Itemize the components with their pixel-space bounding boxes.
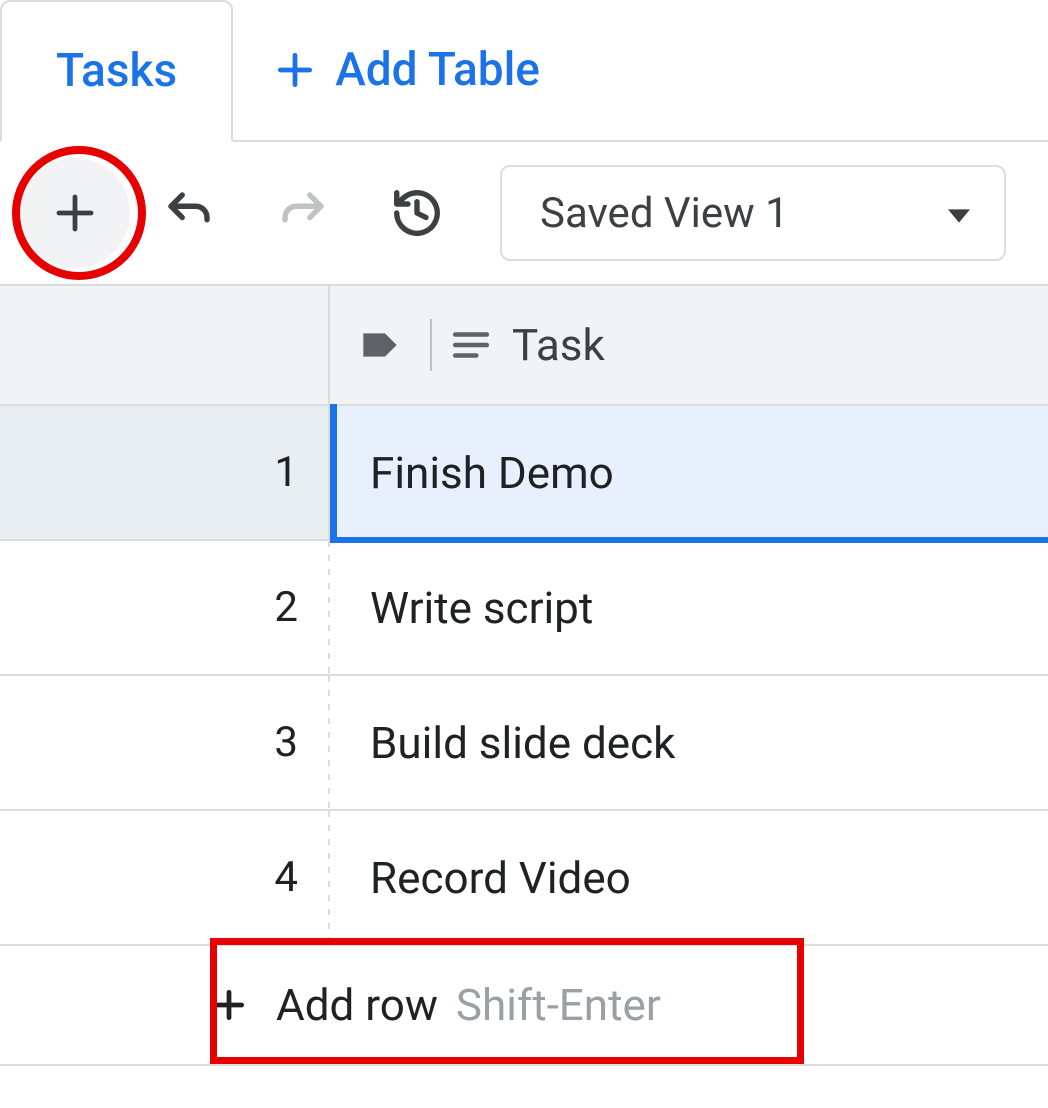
tab-tasks[interactable]: Tasks	[0, 0, 233, 142]
row-number: 3	[0, 676, 328, 809]
table-row[interactable]: 1 Finish Demo	[0, 406, 1048, 541]
text-column-icon	[450, 324, 492, 366]
table-row[interactable]: 3 Build slide deck	[0, 676, 1048, 811]
task-cell[interactable]: Write script	[330, 541, 1048, 674]
saved-view-select[interactable]: Saved View 1	[500, 165, 1006, 261]
row-number: 4	[0, 811, 328, 944]
tag-icon	[360, 325, 400, 365]
row-number: 1	[0, 406, 328, 539]
column-header-label: Task	[512, 319, 605, 371]
new-row-button[interactable]	[20, 158, 130, 268]
history-button[interactable]	[362, 158, 472, 268]
table-tabs: Tasks Add Table	[0, 0, 1048, 142]
vertical-separator	[430, 319, 432, 371]
add-row-label: Add row	[276, 979, 438, 1031]
tab-label: Tasks	[56, 44, 177, 98]
saved-view-label: Saved View 1	[540, 189, 789, 238]
task-cell[interactable]: Build slide deck	[330, 676, 1048, 809]
table-header-row: Task	[0, 286, 1048, 406]
task-cell[interactable]: Finish Demo	[330, 406, 1048, 539]
task-cell[interactable]: Record Video	[330, 811, 1048, 944]
toolbar: Saved View 1	[0, 142, 1048, 286]
plus-icon	[210, 986, 248, 1024]
add-table-label: Add Table	[335, 43, 540, 97]
row-number: 2	[0, 541, 328, 674]
undo-button[interactable]	[134, 158, 244, 268]
column-header-task[interactable]: Task	[330, 319, 605, 371]
table-row[interactable]: 2 Write script	[0, 541, 1048, 676]
add-row-hint: Shift-Enter	[456, 979, 661, 1031]
plus-icon	[273, 48, 317, 92]
add-row-button[interactable]: Add row Shift-Enter	[0, 946, 1048, 1066]
chevron-down-icon	[948, 189, 970, 238]
redo-button[interactable]	[248, 158, 358, 268]
add-table-button[interactable]: Add Table	[233, 0, 594, 140]
table-row[interactable]: 4 Record Video	[0, 811, 1048, 946]
